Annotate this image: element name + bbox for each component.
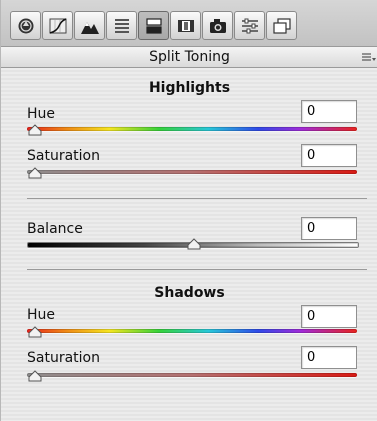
camera-calibration-icon — [209, 18, 226, 33]
panel-title: Split Toning — [149, 49, 230, 65]
balance-label: Balance — [27, 221, 83, 237]
lens-corrections-icon — [177, 19, 194, 32]
hsl-grayscale-icon — [114, 18, 129, 33]
balance-thumb[interactable] — [187, 238, 201, 250]
tab-tone-curve[interactable] — [42, 11, 73, 40]
shadows-saturation-label: Saturation — [27, 350, 100, 366]
tab-lens-corrections[interactable] — [170, 11, 201, 40]
divider — [27, 198, 367, 199]
panel-menu-icon[interactable] — [362, 52, 376, 62]
shadows-hue-slider[interactable] — [27, 329, 357, 333]
tab-basic[interactable] — [10, 11, 41, 40]
tab-split-toning[interactable] — [138, 11, 169, 40]
panel-title-bar: Split Toning — [1, 47, 377, 68]
shadows-saturation-slider[interactable] — [27, 373, 357, 377]
tone-curve-icon — [49, 17, 66, 34]
balance-field[interactable]: 0 — [301, 217, 357, 240]
highlights-saturation-thumb[interactable] — [28, 167, 42, 179]
shadows-saturation-field[interactable]: 0 — [301, 346, 357, 369]
shadows-hue-thumb[interactable] — [28, 326, 42, 338]
detail-mountains-icon — [80, 21, 99, 34]
highlights-hue-label: Hue — [27, 106, 56, 122]
shadows-hue-label: Hue — [27, 307, 56, 323]
split-toning-icon — [145, 17, 162, 34]
tab-presets[interactable] — [234, 11, 265, 40]
split-toning-panel: Split Toning Highlights Hue 0 Saturation… — [0, 0, 377, 421]
panel-tab-toolbar — [1, 0, 377, 47]
tab-camera-calibration[interactable] — [202, 11, 233, 40]
highlights-saturation-field[interactable]: 0 — [301, 144, 357, 167]
shadows-hue-field[interactable]: 0 — [301, 305, 357, 328]
highlights-saturation-slider[interactable] — [27, 170, 357, 174]
shadows-heading: Shadows — [154, 285, 225, 301]
tab-snapshots[interactable] — [266, 11, 297, 40]
highlights-saturation-label: Saturation — [27, 148, 100, 164]
highlights-hue-field[interactable]: 0 — [301, 100, 357, 123]
highlights-heading: Highlights — [148, 80, 231, 96]
highlights-hue-thumb[interactable] — [28, 124, 42, 136]
tab-hsl-grayscale[interactable] — [106, 11, 137, 40]
snapshots-icon — [272, 17, 291, 34]
tab-detail[interactable] — [74, 11, 105, 40]
shadows-saturation-thumb[interactable] — [28, 370, 42, 382]
presets-sliders-icon — [241, 18, 258, 33]
aperture-icon — [18, 18, 33, 33]
divider — [27, 269, 367, 270]
highlights-hue-slider[interactable] — [27, 127, 357, 131]
